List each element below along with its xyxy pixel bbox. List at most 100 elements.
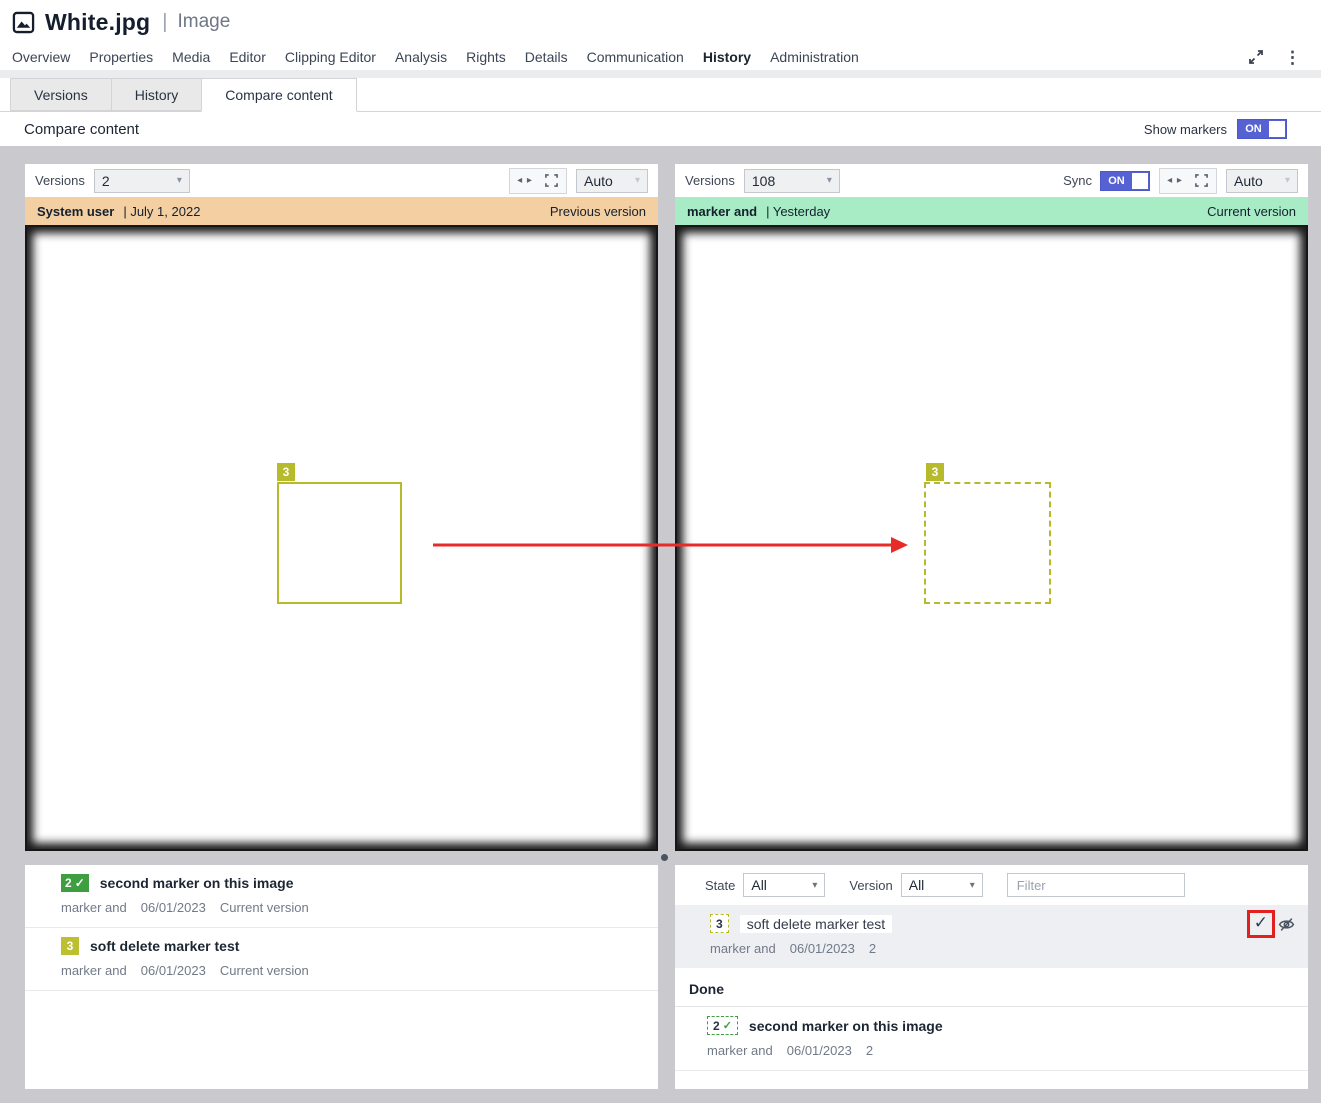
fit-width-icon[interactable]: ◂ ▸ — [1162, 169, 1188, 193]
marker-date: 06/01/2023 — [787, 1043, 852, 1058]
fullscreen-icon[interactable] — [1188, 169, 1214, 193]
expand-icon[interactable] — [1248, 49, 1264, 65]
marker-filter-row: State All ▾ Version All ▾ — [675, 865, 1308, 905]
previous-version-marker-list: 2✓ second marker on this image marker an… — [25, 865, 658, 1089]
tab-history[interactable]: History — [111, 78, 203, 111]
nav-item-communication[interactable]: Communication — [587, 49, 684, 65]
marker-date: 06/01/2023 — [141, 900, 206, 915]
version-status: Current version — [1207, 204, 1296, 219]
state-filter-select[interactable]: All ▾ — [743, 873, 825, 897]
caret-down-icon: ▾ — [827, 175, 832, 186]
marker-list-item[interactable]: 2✓ second marker on this image marker an… — [25, 865, 658, 928]
state-filter-label: State — [705, 878, 735, 893]
previous-version-image[interactable]: 3 — [25, 225, 658, 851]
hide-marker-icon[interactable] — [1278, 916, 1295, 933]
nav-item-properties[interactable]: Properties — [89, 49, 153, 65]
marker-version: 2 — [869, 941, 876, 956]
nav-item-rights[interactable]: Rights — [466, 49, 506, 65]
marker-3-region[interactable] — [277, 482, 402, 604]
marker-title: second marker on this image — [100, 875, 294, 891]
check-icon: ✓ — [723, 1019, 732, 1032]
check-icon: ✓ — [75, 876, 85, 890]
fit-width-icon[interactable]: ◂ ▸ — [512, 169, 538, 193]
marker-title: soft delete marker test — [90, 938, 239, 954]
version-status: Previous version — [550, 204, 646, 219]
main-nav: Overview Properties Media Editor Clippin… — [0, 44, 1321, 70]
show-markers-toggle[interactable]: ON — [1237, 119, 1287, 139]
compare-content-heading: Compare content — [24, 121, 139, 138]
marker-filter-input[interactable] — [1007, 873, 1185, 897]
version-filter-select[interactable]: All ▾ — [901, 873, 983, 897]
marker-3-region-dashed[interactable] — [924, 482, 1051, 604]
version-date: | Yesterday — [766, 204, 830, 219]
caret-down-icon: ▾ — [1285, 175, 1290, 186]
version-filter-label: Version — [849, 878, 892, 893]
fullscreen-icon[interactable] — [538, 169, 564, 193]
marker-2-badge: 2✓ — [61, 874, 89, 892]
splitter-handle[interactable] — [661, 854, 668, 861]
sync-toggle[interactable]: ON — [1100, 171, 1150, 191]
marker-version: Current version — [220, 963, 309, 978]
marker-2-badge: 2✓ — [707, 1016, 738, 1035]
toggle-knob — [1132, 173, 1148, 189]
nav-item-media[interactable]: Media — [172, 49, 210, 65]
nav-item-administration[interactable]: Administration — [770, 49, 859, 65]
left-version-select[interactable]: 2 ▾ — [94, 169, 190, 193]
marker-3-badge: 3 — [61, 937, 79, 955]
right-panel-toolbar: Versions 108 ▾ Sync ON ◂ ▸ Auto ▾ — [675, 164, 1308, 197]
marker-date: 06/01/2023 — [790, 941, 855, 956]
left-panel-toolbar: Versions 2 ▾ ◂ ▸ Auto ▾ — [25, 164, 658, 197]
marker-author: marker and — [710, 941, 776, 956]
tab-bar: Versions History Compare content — [0, 78, 1321, 112]
marker-author: marker and — [707, 1043, 773, 1058]
marker-version: 2 — [866, 1043, 873, 1058]
caret-down-icon: ▾ — [177, 175, 182, 186]
current-version-bar: marker and | Yesterday Current version — [675, 197, 1308, 225]
kebab-menu-icon[interactable]: ⋮ — [1280, 49, 1305, 66]
sync-label: Sync — [1063, 173, 1092, 188]
left-view-icon-group: ◂ ▸ — [509, 168, 567, 194]
marker-3-badge: 3 — [277, 463, 295, 481]
nav-item-clipping-editor[interactable]: Clipping Editor — [285, 49, 376, 65]
right-version-select[interactable]: 108 ▾ — [744, 169, 840, 193]
nav-item-analysis[interactable]: Analysis — [395, 49, 447, 65]
toggle-knob — [1269, 121, 1285, 137]
asset-type-label: Image — [177, 11, 230, 33]
caret-down-icon: ▾ — [970, 880, 975, 891]
caret-down-icon: ▾ — [635, 175, 640, 186]
nav-item-details[interactable]: Details — [525, 49, 568, 65]
done-section-header: Done — [675, 968, 1308, 1007]
right-zoom-select[interactable]: Auto ▾ — [1226, 169, 1298, 193]
title-separator: | — [162, 11, 167, 34]
page-title: White.jpg — [45, 9, 150, 36]
marker-title: soft delete marker test — [740, 915, 893, 933]
tab-versions[interactable]: Versions — [10, 78, 112, 111]
mark-done-icon[interactable]: ✓ — [1254, 913, 1268, 932]
marker-date: 06/01/2023 — [141, 963, 206, 978]
nav-item-overview[interactable]: Overview — [12, 49, 70, 65]
tab-compare-content[interactable]: Compare content — [201, 78, 356, 112]
version-author: marker and — [687, 204, 757, 219]
current-version-marker-list: State All ▾ Version All ▾ 3 soft delete … — [675, 865, 1308, 1089]
nav-item-editor[interactable]: Editor — [229, 49, 266, 65]
marker-list-item[interactable]: 3 soft delete marker test marker and 06/… — [25, 928, 658, 991]
title-bar: White.jpg | Image — [0, 0, 1321, 44]
right-view-icon-group: ◂ ▸ — [1159, 168, 1217, 194]
annotation-highlight-box: ✓ — [1247, 910, 1275, 938]
left-versions-label: Versions — [35, 173, 85, 188]
caret-down-icon: ▾ — [812, 880, 817, 891]
section-heading-row: Compare content Show markers ON — [0, 112, 1321, 146]
version-author: System user — [37, 204, 114, 219]
image-file-icon — [12, 11, 35, 34]
version-date: | July 1, 2022 — [123, 204, 200, 219]
show-markers-label: Show markers — [1144, 122, 1227, 137]
nav-item-history[interactable]: History — [703, 49, 751, 65]
tab-strip-spacer — [0, 70, 1321, 78]
right-versions-label: Versions — [685, 173, 735, 188]
previous-version-bar: System user | July 1, 2022 Previous vers… — [25, 197, 658, 225]
current-version-image[interactable]: 3 — [675, 225, 1308, 851]
marker-list-item-open[interactable]: 3 soft delete marker test marker and 06/… — [675, 905, 1308, 968]
marker-version: Current version — [220, 900, 309, 915]
marker-list-item-done[interactable]: 2✓ second marker on this image marker an… — [675, 1007, 1308, 1071]
left-zoom-select[interactable]: Auto ▾ — [576, 169, 648, 193]
